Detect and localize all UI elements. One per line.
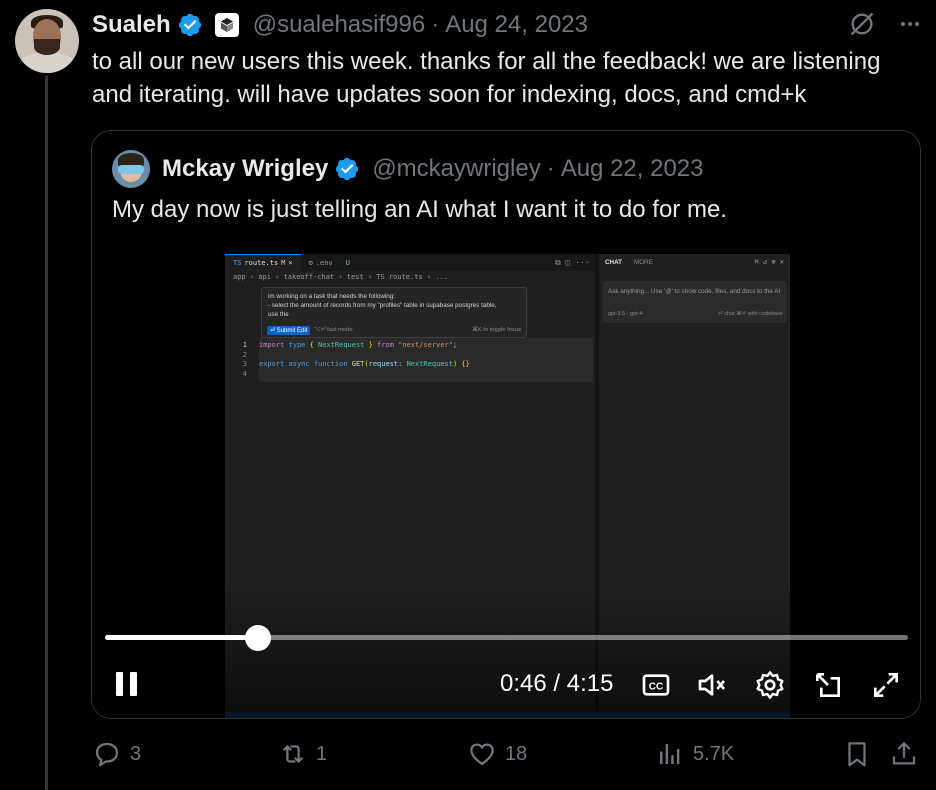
- editor-tab: ⚙ .env U: [308, 258, 350, 267]
- tweet-date[interactable]: Aug 24, 2023: [445, 11, 588, 39]
- separator-dot: ·: [546, 155, 555, 182]
- video-scrubber-handle[interactable]: [244, 625, 271, 651]
- quote-header: Mckay Wrigley @mckaywrigley · Aug 22, 20…: [112, 150, 704, 188]
- heart-icon: [470, 743, 494, 766]
- picture-in-picture-icon[interactable]: [812, 669, 844, 701]
- affiliation-badge-icon[interactable]: [214, 13, 239, 37]
- verified-badge-icon[interactable]: [334, 156, 360, 182]
- reply-count: 3: [130, 742, 142, 765]
- author-handle[interactable]: @sualehasif996: [253, 11, 425, 39]
- settings-gear-icon[interactable]: [754, 669, 786, 701]
- share-icon: [892, 741, 916, 765]
- share-button[interactable]: [889, 738, 919, 770]
- editor-tabs: TS route.ts M × ⚙ .env U: [225, 254, 598, 271]
- separator-dot: ·: [431, 11, 440, 38]
- closed-captions-icon[interactable]: CC: [640, 669, 672, 701]
- code-content: import type { NextRequest } from "next/s…: [259, 341, 470, 368]
- video-player[interactable]: TS route.ts M × ⚙ .env U ⧉ ◫ ··· app › a…: [92, 254, 920, 718]
- verified-badge-icon[interactable]: [177, 12, 203, 38]
- mute-icon[interactable]: [696, 669, 728, 701]
- like-button[interactable]: 18: [467, 738, 527, 770]
- tweet-header: Sualeh @sualehasif996 · Aug 24, 2023: [92, 8, 588, 42]
- quoted-tweet[interactable]: Mckay Wrigley @mckaywrigley · Aug 22, 20…: [91, 130, 921, 719]
- video-progress-fill: [105, 635, 258, 640]
- repost-button[interactable]: 1: [278, 738, 327, 770]
- quote-text: My day now is just telling an AI what I …: [112, 196, 727, 223]
- fullscreen-icon[interactable]: [870, 669, 902, 701]
- repost-count: 1: [316, 742, 328, 765]
- author-avatar[interactable]: [15, 9, 79, 73]
- author-name[interactable]: Sualeh: [92, 11, 171, 39]
- quote-author-name[interactable]: Mckay Wrigley: [162, 155, 328, 183]
- quote-date[interactable]: Aug 22, 2023: [561, 155, 704, 183]
- bookmark-icon: [848, 742, 866, 767]
- views-chart-icon: [660, 744, 680, 764]
- like-count: 18: [505, 742, 528, 765]
- video-progress-bar[interactable]: [105, 625, 908, 651]
- quote-author-avatar[interactable]: [112, 150, 150, 188]
- editor-breadcrumb: app › api › takeoff-chat › test › TS rou…: [233, 273, 448, 281]
- reply-button[interactable]: 3: [92, 738, 141, 770]
- views-count: 5.7K: [693, 742, 735, 765]
- tweet-text: to all our new users this week. thanks f…: [92, 48, 881, 108]
- line-numbers: 1 2 3 4: [242, 341, 247, 378]
- video-time: 0:46 / 4:15: [500, 670, 614, 697]
- repost-icon: [282, 744, 304, 764]
- inline-prompt-box: im working on a task that needs the foll…: [261, 287, 527, 338]
- bookmark-button[interactable]: [842, 738, 872, 770]
- tweet-actions: 3 1 18 5.7K: [92, 738, 922, 770]
- reply-icon: [95, 742, 119, 767]
- svg-text:CC: CC: [649, 682, 663, 693]
- more-options-icon[interactable]: [898, 12, 922, 43]
- thread-line: [45, 76, 48, 790]
- pause-button[interactable]: [116, 669, 142, 699]
- quote-author-handle[interactable]: @mckaywrigley: [372, 155, 540, 183]
- editor-toolbar-icons: ⧉ ◫ ···: [555, 258, 590, 267]
- editor-tab: TS route.ts M ×: [225, 254, 301, 271]
- views-button[interactable]: 5.7K: [655, 738, 734, 770]
- grok-icon[interactable]: [848, 10, 876, 45]
